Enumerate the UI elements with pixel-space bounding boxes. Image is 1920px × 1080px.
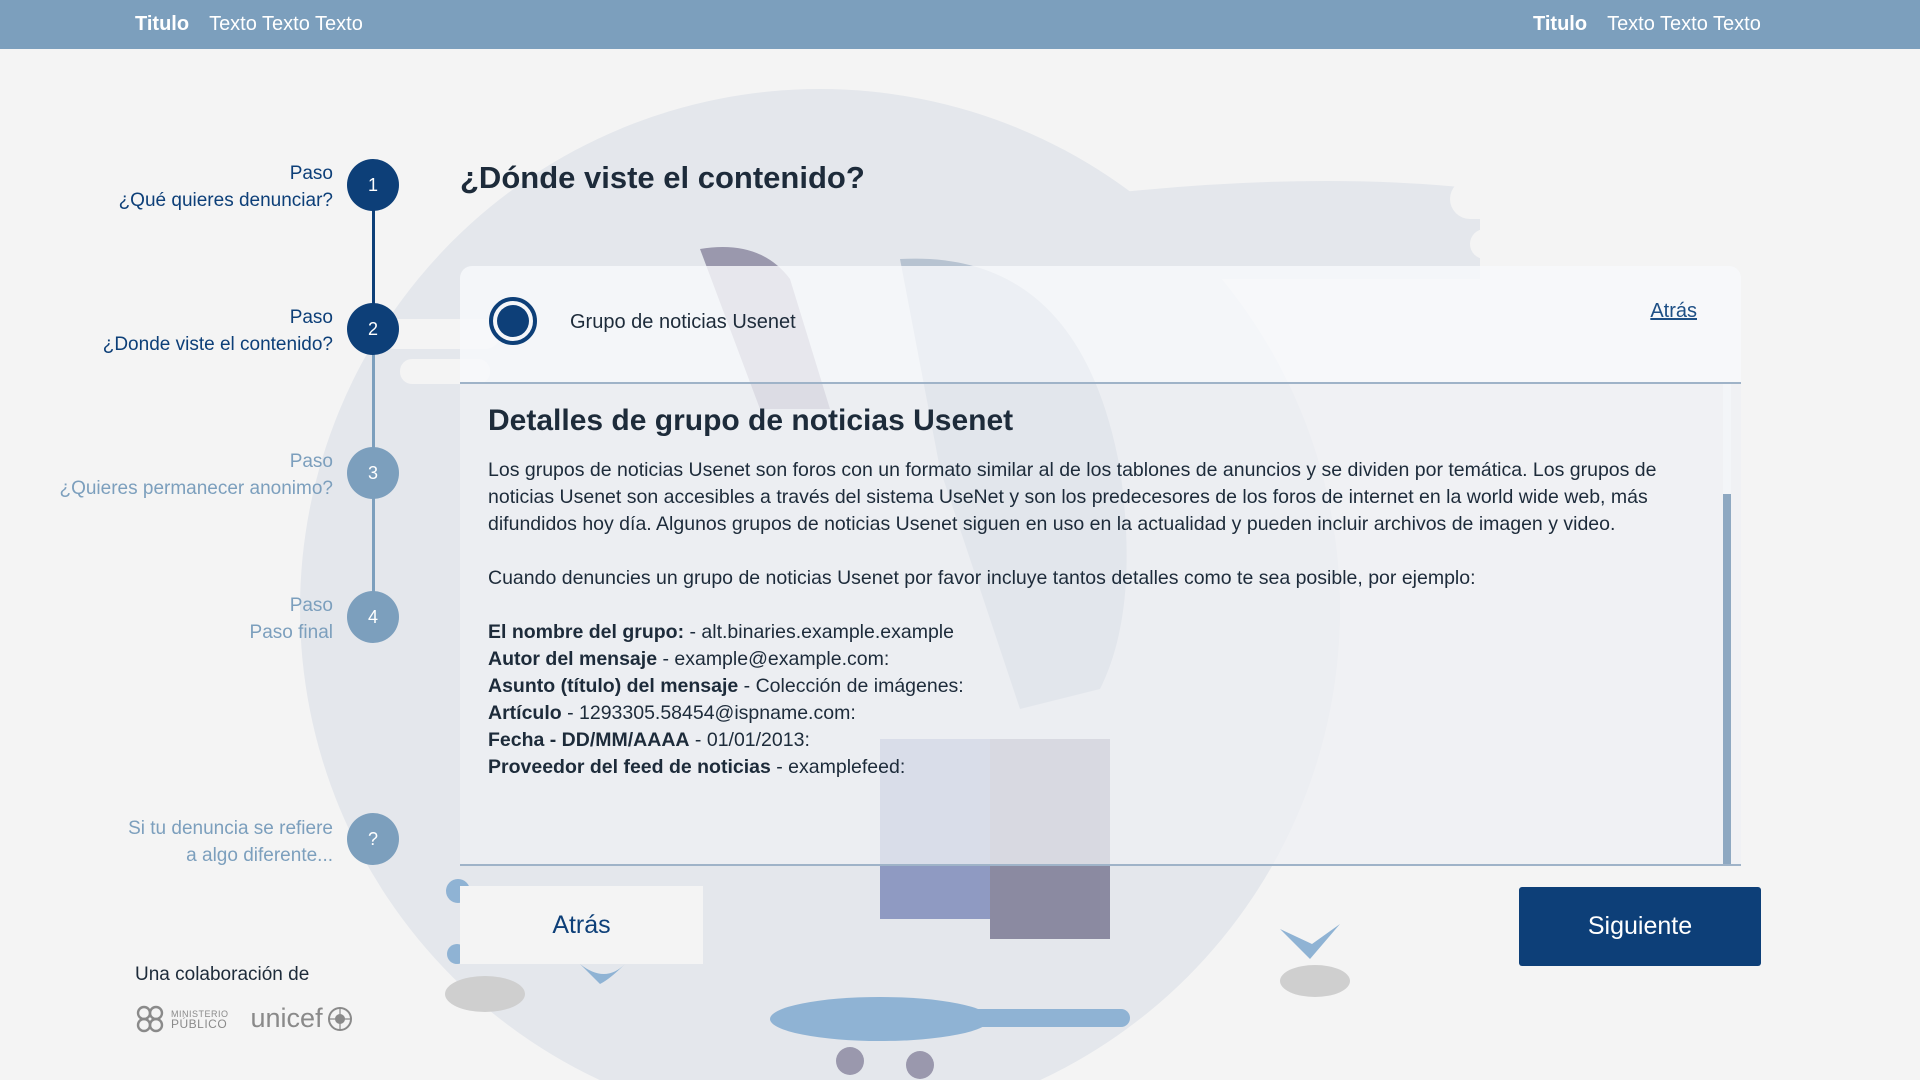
radio-button[interactable] [489, 297, 537, 345]
step-3-text: Paso ¿Quieres permanecer anonimo? [0, 448, 333, 502]
step-1[interactable]: Paso ¿Qué quieres denunciar? [0, 160, 333, 220]
field-group-name-value: - alt.binaries.example.example [684, 621, 954, 643]
field-article-value: - 1293305.58454@ispname.com: [561, 702, 856, 724]
ministerio-publico-text: MINISTERIO PÚBLICO [171, 1009, 229, 1031]
field-article-key: Artículo [488, 702, 562, 724]
top-bar-title-right[interactable]: Titulo [1533, 13, 1587, 36]
collaboration-text: Una colaboración de [135, 964, 310, 985]
field-author-key: Autor del mensaje [488, 648, 658, 670]
step-4-text: Paso Paso final [0, 592, 333, 646]
step-4[interactable]: Paso Paso final [0, 592, 333, 652]
field-date-value: - 01/01/2013: [689, 729, 810, 751]
next-button[interactable]: Siguiente [1519, 887, 1761, 966]
ministerio-publico-logo: MINISTERIO PÚBLICO [135, 1004, 229, 1034]
step-3-circle[interactable]: 3 [347, 447, 399, 499]
details-panel[interactable]: Detalles de grupo de noticias Usenet Los… [460, 382, 1741, 866]
partner-logos: MINISTERIO PÚBLICO unicef [135, 1003, 353, 1034]
back-button[interactable]: Atrás [460, 886, 703, 964]
field-group-name-key: El nombre del grupo: [488, 621, 685, 643]
step-2-name: ¿Donde viste el contenido? [102, 334, 333, 355]
help-step-line2: a algo diferente... [186, 845, 333, 866]
radio-selected-dot [497, 305, 529, 337]
field-feed-provider-value: - examplefeed: [770, 756, 906, 778]
step-2-circle[interactable]: 2 [347, 303, 399, 355]
unicef-globe-icon [327, 1006, 352, 1031]
details-paragraph-2: Cuando denuncies un grupo de noticias Us… [488, 567, 1476, 589]
details-fields: El nombre del grupo: - alt.binaries.exam… [488, 619, 964, 781]
field-article: Artículo - 1293305.58454@ispname.com: [488, 700, 964, 727]
step-2-text: Paso ¿Donde viste el contenido? [0, 304, 333, 358]
step-3-label: Paso [289, 451, 333, 472]
option-label[interactable]: Grupo de noticias Usenet [570, 311, 796, 334]
help-step-circle[interactable]: ? [347, 813, 399, 865]
step-1-label: Paso [289, 163, 333, 184]
step-1-name: ¿Qué quieres denunciar? [118, 190, 333, 211]
field-feed-provider-key: Proveedor del feed de noticias [488, 756, 771, 778]
unicef-text: unicef [250, 1003, 323, 1033]
field-subject-value: - Colección de imágenes: [738, 675, 964, 697]
top-bar-right: Titulo Texto Texto Texto [1533, 13, 1761, 36]
field-date: Fecha - DD/MM/AAAA - 01/01/2013: [488, 727, 964, 754]
field-subject: Asunto (título) del mensaje - Colección … [488, 673, 964, 700]
step-4-name: Paso final [249, 622, 333, 643]
help-step[interactable]: Si tu denuncia se refiere a algo diferen… [0, 815, 333, 875]
top-bar: Titulo Texto Texto Texto Titulo Texto Te… [0, 0, 1920, 49]
help-step-line1: Si tu denuncia se refiere [128, 818, 333, 839]
step-2[interactable]: Paso ¿Donde viste el contenido? [0, 304, 333, 364]
ministerio-publico-icon [136, 1005, 164, 1032]
step-3[interactable]: Paso ¿Quieres permanecer anonimo? [0, 448, 333, 508]
step-1-text: Paso ¿Qué quieres denunciar? [0, 160, 333, 214]
top-bar-text-left[interactable]: Texto Texto Texto [209, 13, 363, 36]
details-title: Detalles de grupo de noticias Usenet [488, 404, 1014, 437]
top-bar-text-right[interactable]: Texto Texto Texto [1607, 13, 1761, 36]
field-group-name: El nombre del grupo: - alt.binaries.exam… [488, 619, 964, 646]
field-subject-key: Asunto (título) del mensaje [488, 675, 739, 697]
step-1-circle[interactable]: 1 [347, 159, 399, 211]
option-back-link[interactable]: Atrás [1650, 300, 1697, 323]
unicef-logo: unicef [251, 1003, 353, 1034]
field-author-value: - example@example.com: [657, 648, 890, 670]
option-card: Grupo de noticias Usenet Atrás Detalles … [460, 266, 1741, 866]
help-step-text: Si tu denuncia se refiere a algo diferen… [0, 815, 333, 869]
scrollbar-thumb[interactable] [1723, 384, 1731, 494]
step-2-label: Paso [289, 307, 333, 328]
field-date-key: Fecha - DD/MM/AAAA [488, 729, 690, 751]
page-title: ¿Dónde viste el contenido? [460, 160, 865, 195]
step-4-circle[interactable]: 4 [347, 591, 399, 643]
field-author: Autor del mensaje - example@example.com: [488, 646, 964, 673]
top-bar-left: Titulo Texto Texto Texto [135, 13, 363, 36]
details-paragraph-1: Los grupos de noticias Usenet son foros … [488, 459, 1657, 535]
ministerio-publico-line2: PÚBLICO [171, 1016, 228, 1031]
step-4-label: Paso [289, 595, 333, 616]
step-3-name: ¿Quieres permanecer anonimo? [59, 478, 333, 499]
field-feed-provider: Proveedor del feed de noticias - example… [488, 754, 964, 781]
option-card-header[interactable]: Grupo de noticias Usenet Atrás [460, 266, 1741, 382]
top-bar-title-left[interactable]: Titulo [135, 13, 189, 36]
